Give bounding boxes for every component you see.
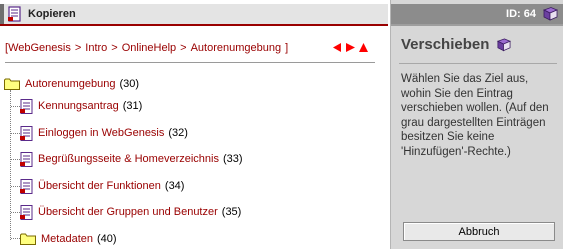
- tree-item-label[interactable]: Übersicht der Gruppen und Benutzer: [38, 206, 218, 218]
- page-title: Kopieren: [28, 8, 76, 20]
- tree-branch: [11, 186, 20, 187]
- tree-item[interactable]: Begrüßungsseite & Homeverzeichnis (33): [20, 151, 243, 167]
- document-icon: [20, 151, 33, 167]
- id-bar-underline: [391, 24, 563, 26]
- breadcrumb-separator: >: [74, 42, 82, 54]
- tree-item-count: (35): [221, 206, 242, 218]
- up-arrow-icon[interactable]: [359, 43, 368, 52]
- info-panel: ID: 64 Verschieben Wählen Sie das Ziel a…: [390, 0, 563, 249]
- tree-item-label[interactable]: Autorenumgebung: [25, 78, 116, 90]
- panel-heading: Verschieben: [401, 36, 512, 53]
- document-icon: [20, 178, 33, 194]
- help-book-icon[interactable]: [496, 38, 512, 52]
- title-bar: Kopieren: [0, 4, 388, 24]
- right-arrow-icon[interactable]: [346, 43, 355, 52]
- breadcrumb-link-onlinehelp[interactable]: OnlineHelp: [122, 42, 176, 54]
- id-bar: ID: 64: [391, 4, 563, 24]
- document-icon: [20, 98, 33, 114]
- tree-item-label[interactable]: Kennungsantrag: [38, 100, 119, 112]
- breadcrumb-link-intro[interactable]: Intro: [85, 42, 107, 54]
- tree-connector-line: [10, 90, 11, 240]
- tree-item[interactable]: Übersicht der Funktionen (34): [20, 178, 184, 194]
- tree-branch: [11, 159, 20, 160]
- breadcrumb: [ WebGenesis > Intro > OnlineHelp > Auto…: [5, 40, 375, 56]
- tree-branch: [11, 106, 20, 107]
- tree-item[interactable]: Übersicht der Gruppen und Benutzer (35): [20, 204, 241, 220]
- tree-pane: Kopieren [ WebGenesis > Intro > OnlineHe…: [0, 0, 388, 249]
- folder-icon: [4, 78, 20, 90]
- tree-item-label[interactable]: Übersicht der Funktionen: [38, 180, 161, 192]
- navigation-arrows: [333, 43, 368, 52]
- breadcrumb-link-autorenumgebung[interactable]: Autorenumgebung: [191, 42, 282, 54]
- tree-item-count: (30): [119, 78, 140, 90]
- tree-item-count: (40): [96, 233, 117, 245]
- tree-item[interactable]: Kennungsantrag (31): [20, 98, 142, 114]
- breadcrumb-close: ]: [285, 42, 289, 54]
- document-icon: [20, 125, 33, 141]
- tree-item-count: (32): [168, 127, 188, 139]
- help-book-icon[interactable]: [542, 7, 558, 21]
- tree-item-label[interactable]: Metadaten: [41, 233, 93, 245]
- tree-item-label[interactable]: Einloggen in WebGenesis: [38, 127, 164, 139]
- tree-branch: [11, 238, 20, 239]
- breadcrumb-divider: [5, 62, 375, 63]
- panel-title: Verschieben: [401, 36, 490, 53]
- tree-branch: [11, 212, 20, 213]
- entry-id: ID: 64: [506, 8, 536, 20]
- tree-item-label[interactable]: Begrüßungsseite & Homeverzeichnis: [38, 153, 219, 165]
- tree-item-count: (34): [164, 180, 185, 192]
- folder-icon: [20, 233, 36, 245]
- tree-item-count: (31): [122, 100, 143, 112]
- cancel-button[interactable]: Abbruch: [403, 222, 555, 241]
- panel-divider: [399, 63, 557, 64]
- left-arrow-icon[interactable]: [333, 43, 342, 52]
- tree-root-item[interactable]: Autorenumgebung (30): [4, 76, 139, 92]
- tree-item-count: (33): [222, 153, 243, 165]
- tree-item[interactable]: Metadaten (40): [20, 231, 117, 247]
- breadcrumb-separator: >: [180, 42, 187, 54]
- breadcrumb-separator: >: [111, 42, 118, 54]
- tree-branch: [11, 133, 20, 134]
- document-icon: [8, 6, 21, 22]
- document-icon: [20, 204, 33, 220]
- tree-item[interactable]: Einloggen in WebGenesis (32): [20, 125, 188, 141]
- panel-description: Wählen Sie das Ziel aus, wohin Sie den E…: [401, 73, 549, 158]
- title-underline: [0, 24, 388, 26]
- breadcrumb-link-webgenesis[interactable]: WebGenesis: [8, 42, 71, 54]
